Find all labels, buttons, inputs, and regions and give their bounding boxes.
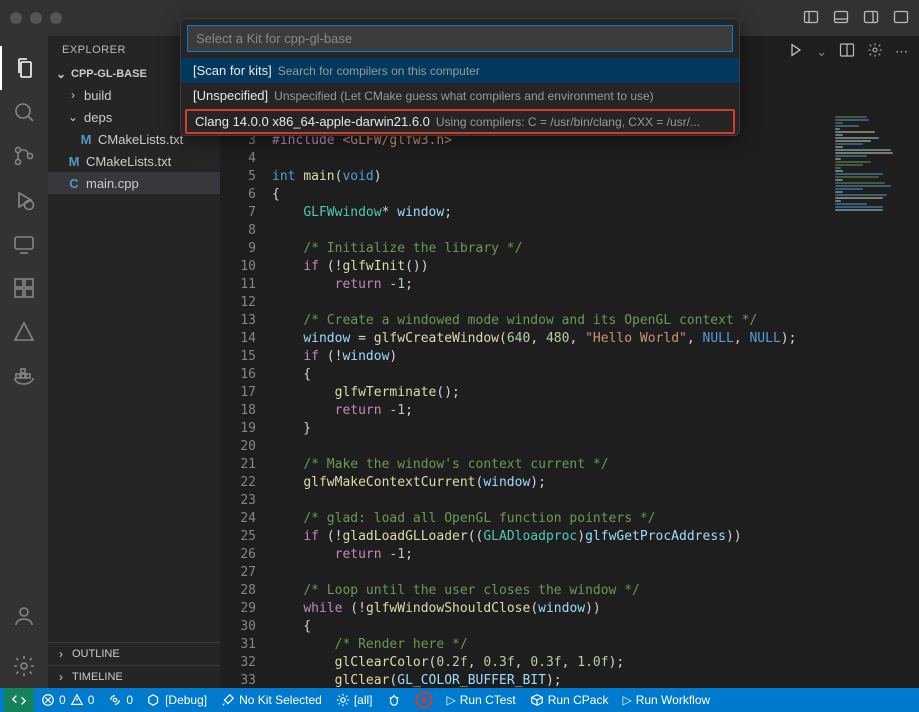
tree-label: main.cpp (86, 176, 139, 191)
split-editor-icon[interactable] (839, 42, 855, 61)
gear-icon[interactable] (867, 42, 883, 61)
editor-actions: ⌄ ⋯ (788, 42, 909, 61)
more-icon[interactable]: ⋯ (895, 44, 909, 60)
status-remote-button[interactable] (4, 688, 34, 712)
status-problems[interactable]: 0 0 (34, 688, 101, 712)
quick-pick-item-primary: Clang 14.0.0 x86_64-apple-darwin21.6.0 (195, 114, 430, 129)
quick-pick-item[interactable]: [Unspecified] Unspecified (Let CMake gues… (181, 83, 739, 108)
cpp-file-icon: C (66, 176, 82, 191)
run-debug-dropdown-icon[interactable] (788, 42, 804, 61)
status-run-ctest[interactable]: ▷ Run CTest (440, 688, 523, 712)
quick-pick[interactable]: [Scan for kits] Search for compilers on t… (180, 18, 740, 136)
activity-extensions[interactable] (0, 266, 48, 310)
quick-pick-input[interactable] (187, 25, 733, 52)
activity-remote[interactable] (0, 222, 48, 266)
code-content[interactable]: #include <glad/glad.h>#include <GLFW/glf… (272, 114, 919, 688)
sidebar-outline[interactable]: › OUTLINE (48, 642, 220, 665)
quick-pick-item-secondary: Using compilers: C = /usr/bin/clang, CXX… (436, 115, 700, 129)
close-window-icon[interactable] (10, 12, 22, 24)
quick-pick-item-primary: [Scan for kits] (193, 63, 272, 78)
activity-docker[interactable] (0, 354, 48, 398)
play-icon: ▷ (622, 693, 631, 707)
activity-explorer[interactable] (0, 46, 48, 90)
chevron-right-icon: › (54, 647, 68, 661)
status-run-workflow[interactable]: ▷ Run Workflow (615, 688, 717, 712)
quick-pick-item[interactable]: [Scan for kits] Search for compilers on t… (181, 58, 739, 83)
chevron-down-icon: ⌄ (66, 110, 80, 124)
activity-settings[interactable] (0, 644, 48, 688)
quick-pick-item-secondary: Search for compilers on this computer (278, 64, 480, 78)
activity-search[interactable] (0, 90, 48, 134)
quick-pick-item-secondary: Unspecified (Let CMake guess what compil… (274, 89, 654, 103)
tree-label: deps (84, 110, 112, 125)
status-cmake-variant[interactable]: [Debug] (140, 688, 214, 712)
status-bar: 0 0 0 [Debug] No Kit Selected [all] ▷ Ru… (0, 688, 919, 712)
titlebar-actions (803, 9, 909, 28)
maximize-window-icon[interactable] (50, 12, 62, 24)
quick-pick-item-primary: [Unspecified] (193, 88, 268, 103)
activity-cmake[interactable] (0, 310, 48, 354)
status-debug-launch[interactable] (380, 688, 408, 712)
layout-panel-right-icon[interactable] (863, 9, 879, 28)
status-ports[interactable]: 0 (101, 688, 140, 712)
sidebar-timeline[interactable]: › TIMELINE (48, 665, 220, 688)
sidebar-project-label: CPP-GL-BASE (71, 68, 147, 80)
status-kit-label: No Kit Selected (239, 693, 322, 707)
chevron-right-icon: › (66, 88, 80, 102)
tree-label: build (84, 88, 111, 103)
sidebar-outline-label: OUTLINE (72, 648, 120, 660)
tree-label: CMakeLists.txt (98, 132, 183, 147)
chevron-down-icon: ⌄ (54, 67, 68, 81)
activity-source-control[interactable] (0, 134, 48, 178)
layout-customize-icon[interactable] (893, 9, 909, 28)
layout-panel-left-icon[interactable] (803, 9, 819, 28)
line-gutter: 2345678910111213141516171819202122232425… (220, 114, 272, 688)
activity-bar (0, 36, 48, 688)
sidebar-timeline-label: TIMELINE (72, 671, 123, 683)
activity-run-debug[interactable] (0, 178, 48, 222)
status-warning-count: 0 (88, 693, 95, 707)
activity-account[interactable] (0, 594, 48, 638)
status-ports-count: 0 (126, 693, 133, 707)
tree-file-main-cpp[interactable]: C main.cpp (48, 172, 220, 194)
status-ctest-label: Run CTest (460, 693, 516, 707)
minimap[interactable] (835, 116, 915, 336)
status-run-button[interactable] (408, 688, 440, 712)
window-controls[interactable] (10, 12, 62, 24)
quick-pick-item[interactable]: Clang 14.0.0 x86_64-apple-darwin21.6.0 Us… (185, 109, 735, 134)
status-build[interactable]: [all] (329, 688, 380, 712)
minimize-window-icon[interactable] (30, 12, 42, 24)
dropdown-caret-icon[interactable]: ⌄ (816, 44, 827, 60)
cmake-file-icon: M (78, 132, 94, 147)
play-icon: ▷ (447, 693, 456, 707)
status-cpack-label: Run CPack (548, 693, 609, 707)
cmake-file-icon: M (66, 154, 82, 169)
chevron-right-icon: › (54, 670, 68, 684)
status-error-count: 0 (59, 693, 66, 707)
status-variant-label: [Debug] (165, 693, 207, 707)
status-run-cpack[interactable]: Run CPack (523, 688, 616, 712)
status-target-label: [all] (354, 693, 373, 707)
status-kit[interactable]: No Kit Selected (214, 688, 329, 712)
status-workflow-label: Run Workflow (636, 693, 710, 707)
layout-panel-bottom-icon[interactable] (833, 9, 849, 28)
tree-label: CMakeLists.txt (86, 154, 171, 169)
tree-file-root-cmake[interactable]: M CMakeLists.txt (48, 150, 220, 172)
